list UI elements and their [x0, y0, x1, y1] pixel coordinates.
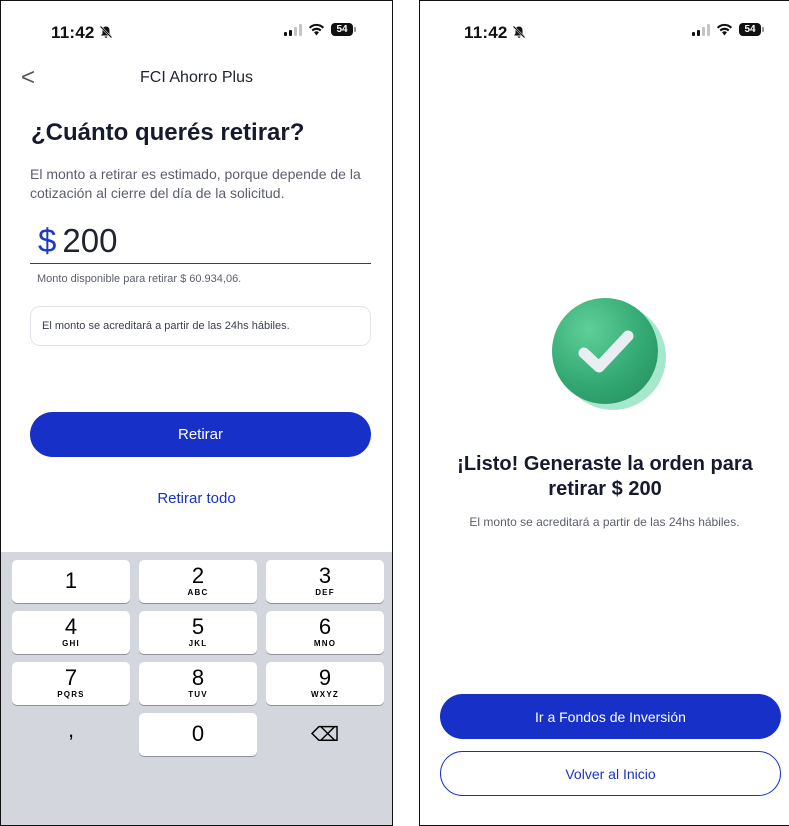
key-4[interactable]: 4 GHI: [12, 611, 130, 654]
success-screen: 11:42 54 ¡Listo! Generaste la orden para…: [419, 0, 789, 826]
amount-value: 200: [62, 222, 118, 259]
wifi-icon: [309, 23, 324, 36]
bell-slash-icon: [513, 25, 526, 39]
nav-bar: < FCI Ahorro Plus: [1, 63, 392, 93]
status-time: 11:42: [51, 23, 113, 43]
battery-icon: 54: [739, 23, 764, 36]
key-8[interactable]: 8 TUV: [139, 662, 257, 705]
bell-slash-icon: [100, 25, 113, 39]
currency-symbol: $: [38, 222, 57, 259]
nav-title: FCI Ahorro Plus: [140, 69, 253, 86]
page-title: ¿Cuánto querés retirar?: [31, 119, 305, 146]
backspace-icon[interactable]: ⌫: [266, 722, 384, 752]
success-subtitle: El monto se acreditará a partir de las 2…: [469, 515, 740, 529]
success-title: ¡Listo! Generaste la orden para retirar …: [457, 453, 753, 500]
go-to-investment-funds-button[interactable]: Ir a Fondos de Inversión: [440, 694, 781, 739]
withdraw-screen: 11:42 54 < FCI Ahorro Plus ¿Cuánto queré…: [0, 0, 393, 826]
key-6[interactable]: 6 MNO: [266, 611, 384, 654]
description-text: El monto a retirar es estimado, porque d…: [30, 166, 361, 201]
wifi-icon: [717, 23, 732, 36]
key-1[interactable]: 1: [12, 560, 130, 603]
withdraw-all-button[interactable]: Retirar todo: [1, 490, 392, 507]
signal-icon: [284, 23, 302, 36]
withdraw-all-label: Retirar todo: [157, 490, 236, 507]
key-5[interactable]: 5 JKL: [139, 611, 257, 654]
success-check-icon: [552, 298, 658, 404]
status-icons: 54: [692, 23, 764, 36]
info-box: El monto se acreditará a partir de las 2…: [30, 306, 371, 346]
status-bar: 11:42 54: [420, 1, 789, 63]
status-bar: 11:42 54: [1, 1, 392, 63]
status-time: 11:42: [464, 23, 526, 43]
key-3[interactable]: 3 DEF: [266, 560, 384, 603]
signal-icon: [692, 23, 710, 36]
available-amount-text: Monto disponible para retirar $ 60.934,0…: [37, 273, 242, 285]
battery-icon: 54: [331, 23, 356, 36]
withdraw-button[interactable]: Retirar: [30, 412, 371, 457]
amount-input[interactable]: $ 200: [30, 219, 371, 264]
key-2[interactable]: 2 ABC: [139, 560, 257, 603]
key-9[interactable]: 9 WXYZ: [266, 662, 384, 705]
status-icons: 54: [284, 23, 356, 36]
key-0[interactable]: 0: [139, 713, 257, 756]
key-comma[interactable]: ,: [12, 717, 130, 760]
numeric-keyboard: 1 2 ABC 3 DEF 4 GHI 5 JKL 6 MNO 7 PQRS 8 TUV 9W…: [1, 552, 392, 825]
key-7[interactable]: 7 PQRS: [12, 662, 130, 705]
back-to-home-button[interactable]: Volver al Inicio: [440, 751, 781, 796]
